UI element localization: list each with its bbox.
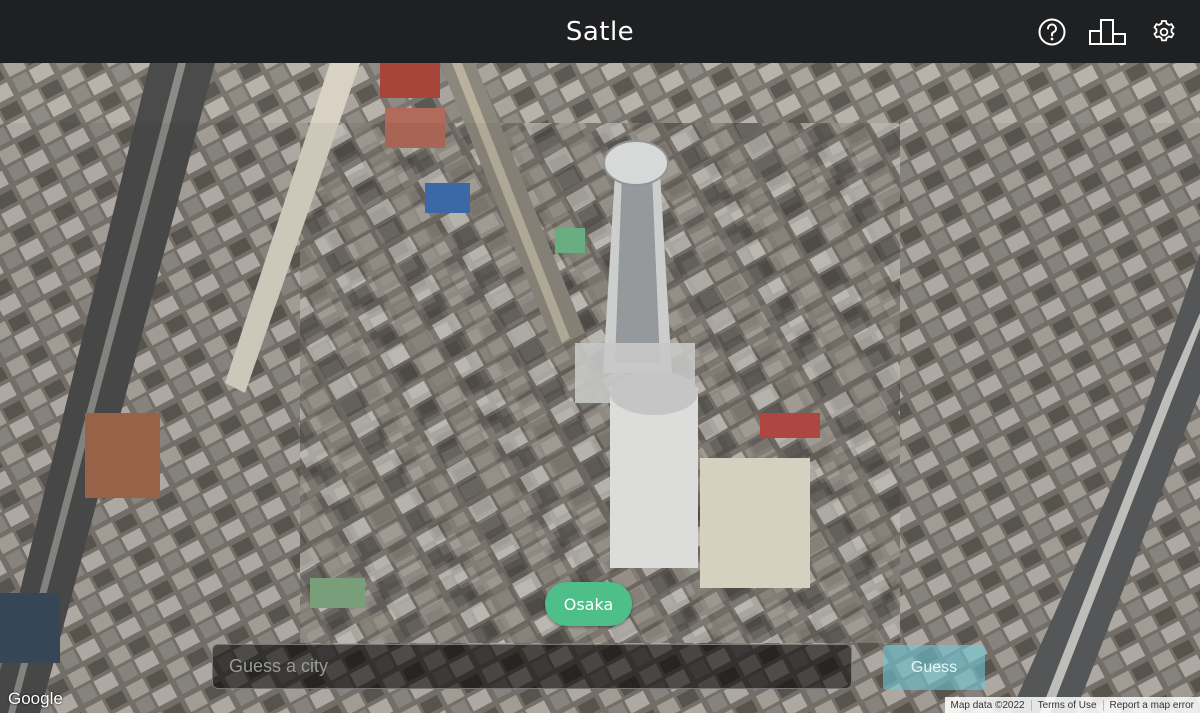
map-attribution: Map data ©2022 Terms of Use Report a map… [944,697,1200,713]
top-bar: Satle [0,0,1200,63]
report-map-error-link[interactable]: Report a map error [1102,699,1200,711]
app-title: Satle [565,16,635,47]
toolbar-icons [1032,0,1200,63]
map-data-text: Map data ©2022 [950,699,1025,711]
settings-icon[interactable] [1144,12,1184,52]
stats-icon[interactable] [1088,12,1128,52]
terms-of-use-link[interactable]: Terms of Use [1030,699,1103,711]
google-logo: Google [8,689,63,708]
help-icon[interactable] [1032,12,1072,52]
guess-city-input[interactable] [212,644,852,689]
guess-button[interactable]: Guess [883,645,985,690]
previous-guess-chip: Osaka [545,582,632,626]
